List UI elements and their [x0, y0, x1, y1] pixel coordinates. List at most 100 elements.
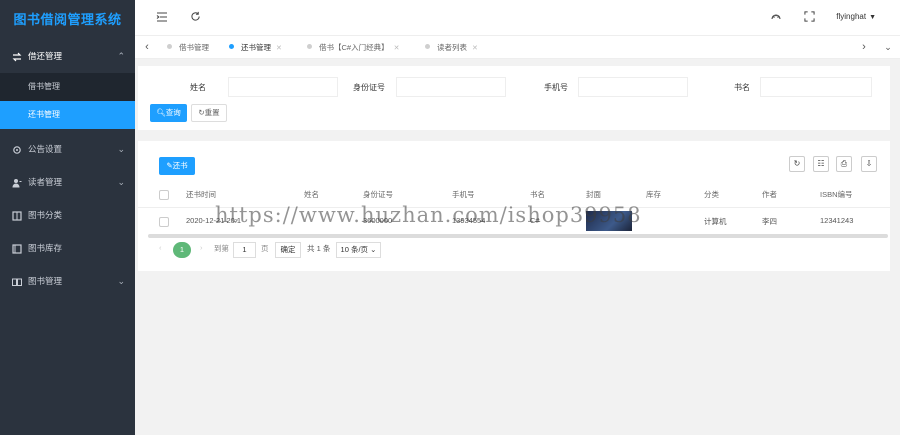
close-icon[interactable]: ✕	[472, 45, 478, 52]
total-count: 共 1 条	[307, 244, 331, 253]
tab-dot	[425, 44, 430, 49]
tab-label: 还书管理	[241, 43, 271, 52]
sidebar-item-label: 借还管理	[28, 51, 63, 61]
tab-dot	[167, 44, 172, 49]
sidebar-item-borrow[interactable]: 借书管理	[0, 73, 135, 101]
tab-dot	[229, 44, 234, 49]
tab-label: 借书管理	[179, 43, 209, 52]
book-icon	[12, 243, 22, 254]
tab-reader-list[interactable]: 读者列表 ✕	[425, 36, 478, 59]
page-confirm-button[interactable]: 确定	[275, 242, 301, 258]
chevron-down-icon: ⌄	[117, 144, 125, 154]
column-header[interactable]: 身份证号	[363, 189, 393, 200]
goto-label: 到第	[214, 244, 229, 253]
sidebar-item-return[interactable]: 还书管理	[0, 101, 135, 129]
book-name-input[interactable]	[760, 77, 872, 97]
tab-menu-chevron-down-icon[interactable]: ⌄	[876, 36, 900, 59]
current-page[interactable]: 1	[173, 242, 191, 258]
refresh-icon[interactable]	[188, 11, 202, 25]
column-header[interactable]: 姓名	[304, 189, 319, 200]
theme-icon[interactable]	[769, 11, 783, 25]
column-header[interactable]: 手机号	[452, 189, 475, 200]
sidebar-item-label: 图书库存	[28, 243, 63, 253]
menu-toggle-icon[interactable]	[155, 11, 169, 25]
watermark: https://www.huzhan.com/ishop39958	[215, 203, 642, 227]
isbn-cell: 12341243	[820, 216, 854, 225]
tab-borrow-book[interactable]: 借书【C#入门经典】 ✕	[307, 36, 399, 59]
chevron-down-icon: ⌄	[117, 177, 125, 187]
column-header[interactable]: ISBN编号	[820, 189, 853, 200]
select-all-checkbox[interactable]	[159, 190, 169, 200]
search-icon: 🔍︎	[156, 108, 166, 117]
sidebar-item-readers[interactable]: 读者管理 ⌄	[0, 166, 135, 199]
chevron-up-icon: ⌃	[117, 51, 125, 61]
close-icon[interactable]: ✕	[276, 45, 282, 52]
column-header[interactable]: 还书时间	[186, 189, 216, 200]
gear-icon	[12, 145, 22, 155]
username: flyinghat	[836, 12, 867, 21]
sidebar-item-book-stock[interactable]: 图书库存	[0, 232, 135, 265]
tab-bar: ‹ 借书管理 还书管理 ✕ 借书【C#入门经典】 ✕ 读者列表 ✕ › ⌄	[135, 36, 900, 59]
column-header[interactable]: 书名	[530, 189, 545, 200]
sidebar-item-book-category[interactable]: 图书分类	[0, 199, 135, 232]
tab-label: 借书【C#入门经典】	[319, 43, 389, 52]
fullscreen-icon[interactable]	[802, 11, 816, 25]
column-header[interactable]: 库存	[646, 189, 661, 200]
caret-down-icon: ▼	[869, 14, 876, 21]
submenu-borrow-return: 借书管理 还书管理	[0, 73, 135, 129]
id-card-label: 身份证号	[353, 83, 385, 92]
return-book-button[interactable]: ✎还书	[159, 157, 195, 175]
prev-page-icon[interactable]: ‹	[159, 243, 162, 252]
next-page-icon[interactable]: ›	[200, 243, 203, 252]
sidebar-item-notice-settings[interactable]: 公告设置 ⌄	[0, 133, 135, 166]
category-cell: 计算机	[704, 217, 727, 226]
id-card-input[interactable]	[396, 77, 506, 97]
sidebar-item-label: 图书管理	[28, 276, 63, 286]
horizontal-scrollbar[interactable]	[148, 234, 888, 238]
phone-label: 手机号	[544, 83, 568, 92]
page-jump-input[interactable]: 1	[233, 242, 256, 258]
app-title: 图书借阅管理系统	[13, 12, 122, 27]
book-icon	[12, 210, 22, 221]
row-checkbox[interactable]	[159, 217, 169, 227]
sidebar-item-label: 图书分类	[28, 210, 63, 220]
tab-borrow[interactable]: 借书管理	[167, 36, 209, 59]
chevron-down-icon: ⌄	[117, 276, 125, 286]
column-header[interactable]: 分类	[704, 189, 719, 200]
name-input[interactable]	[228, 77, 338, 97]
sidebar-item-label: 公告设置	[28, 144, 63, 154]
query-button-label: 查询	[165, 108, 181, 117]
sidebar: 图书借阅管理系统 借还管理 ⌃ 借书管理 还书管理 公告设置 ⌄ 读者管理 ⌄ …	[0, 0, 135, 435]
search-form: 姓名 身份证号 手机号 书名 🔍︎查询 ↻重置	[138, 66, 890, 130]
user-icon	[12, 178, 22, 188]
tab-dot	[307, 44, 312, 49]
tab-scroll-right-icon[interactable]: ›	[852, 36, 876, 59]
return-book-button-label: 还书	[172, 161, 188, 170]
page-size-select[interactable]: 10 条/页 ⌄	[336, 242, 381, 258]
column-header[interactable]: 作者	[762, 189, 777, 200]
sidebar-item-book-management[interactable]: 图书管理 ⌄	[0, 265, 135, 298]
tab-scroll-left-icon[interactable]: ‹	[135, 36, 159, 59]
book-name-label: 书名	[734, 83, 750, 92]
export-icon[interactable]: ⇩	[861, 156, 877, 172]
name-label: 姓名	[190, 83, 206, 92]
sidebar-item-borrow-return[interactable]: 借还管理 ⌃	[0, 40, 135, 73]
reset-button[interactable]: ↻重置	[191, 104, 227, 122]
chevron-down-icon: ⌄	[370, 245, 377, 254]
swap-icon	[12, 52, 22, 62]
reset-button-label: 重置	[204, 108, 220, 117]
print-icon[interactable]: ⎙	[836, 156, 852, 172]
page-size-value: 10 条/页	[340, 245, 369, 254]
user-menu[interactable]: flyinghat ▼	[836, 12, 876, 21]
phone-input[interactable]	[578, 77, 688, 97]
sidebar-item-label: 读者管理	[28, 177, 63, 187]
query-button[interactable]: 🔍︎查询	[150, 104, 187, 122]
top-header: flyinghat ▼	[135, 0, 900, 36]
tab-return[interactable]: 还书管理 ✕	[229, 36, 282, 59]
tab-label: 读者列表	[437, 43, 467, 52]
refresh-table-icon[interactable]: ↻	[789, 156, 805, 172]
column-header[interactable]: 封面	[586, 189, 601, 200]
close-icon[interactable]: ✕	[394, 45, 400, 52]
columns-icon[interactable]: ☷	[813, 156, 829, 172]
book-open-icon	[12, 277, 22, 287]
